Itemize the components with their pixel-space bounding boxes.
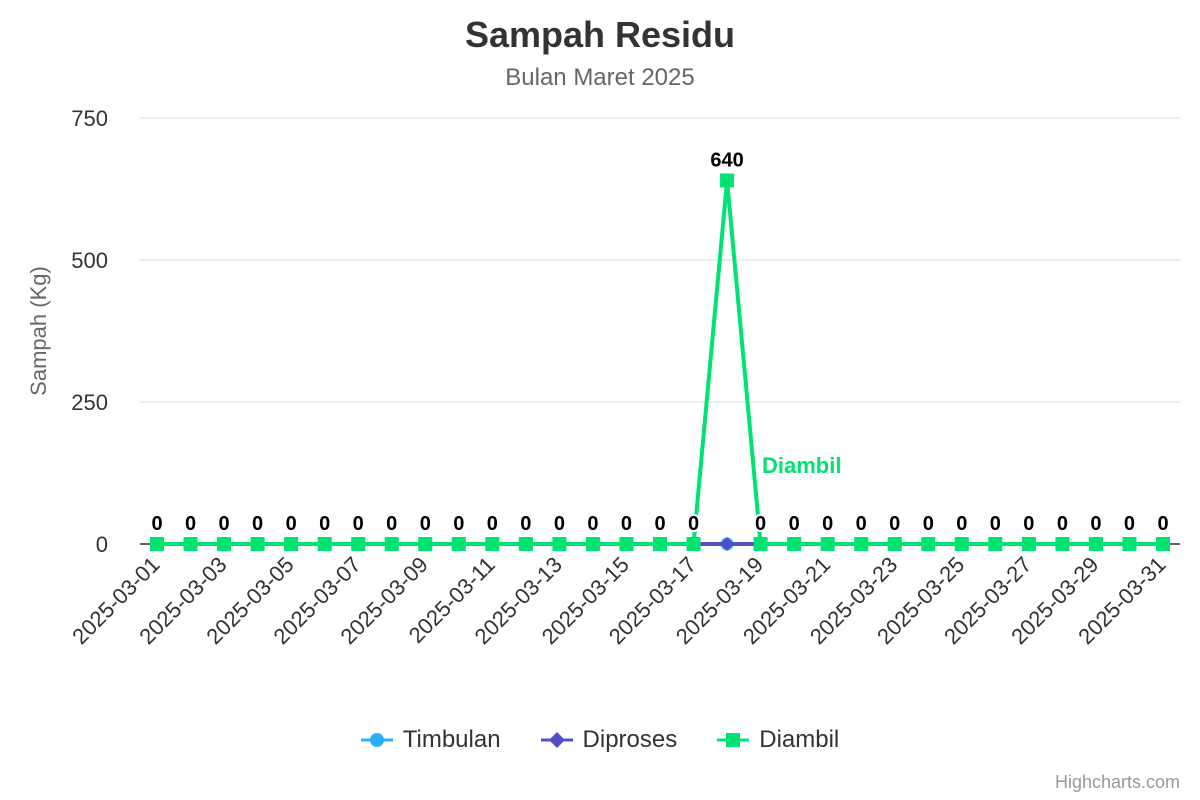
data-point[interactable] (1021, 537, 1036, 551)
y-axis-label: Sampah (Kg) (26, 266, 51, 396)
data-point[interactable] (317, 537, 332, 551)
data-point[interactable] (451, 537, 466, 551)
data-label: 0 (688, 513, 699, 535)
data-point[interactable] (1088, 537, 1103, 551)
data-label: 0 (822, 513, 833, 535)
legend-item-diproses[interactable]: Diproses (540, 726, 678, 754)
data-point[interactable] (921, 537, 936, 551)
data-point[interactable] (988, 537, 1003, 551)
data-label: 0 (789, 513, 800, 535)
data-label: 0 (587, 513, 598, 535)
data-point[interactable] (820, 537, 835, 551)
data-point[interactable] (250, 537, 265, 551)
data-label: 0 (755, 513, 766, 535)
data-label: 0 (353, 513, 364, 535)
circle-marker-icon (360, 733, 393, 747)
data-label: 0 (151, 513, 162, 535)
y-tick-label: 0 (96, 532, 108, 557)
data-label: 0 (219, 513, 230, 535)
series-annotation: Diambil (762, 453, 841, 478)
data-point[interactable] (1156, 537, 1170, 551)
data-label: 0 (1023, 513, 1034, 535)
data-label: 640 (710, 149, 743, 171)
series-line (157, 178, 1163, 546)
data-label: 0 (1090, 513, 1101, 535)
data-point[interactable] (485, 537, 500, 551)
grid-lines (140, 117, 1180, 403)
data-point[interactable] (753, 537, 768, 551)
legend-label: Diambil (759, 726, 840, 753)
data-label: 0 (1124, 513, 1135, 535)
data-label: 0 (185, 513, 196, 535)
legend-item-timbulan[interactable]: Timbulan (360, 726, 501, 754)
data-point[interactable] (1055, 537, 1070, 551)
data-label: 0 (554, 513, 565, 535)
data-label: 0 (420, 513, 431, 535)
data-point[interactable] (585, 537, 600, 551)
data-point[interactable] (720, 537, 735, 551)
data-label: 0 (286, 513, 297, 535)
legend-label: Timbulan (402, 726, 501, 753)
data-point[interactable] (787, 537, 802, 551)
data-point[interactable] (418, 537, 433, 551)
y-tick-label: 250 (71, 390, 108, 415)
data-point[interactable] (686, 537, 701, 551)
data-label: 0 (487, 513, 498, 535)
data-point[interactable] (284, 537, 299, 551)
data-point[interactable] (619, 537, 634, 551)
data-point[interactable] (720, 173, 735, 188)
data-point[interactable] (150, 537, 164, 551)
data-point[interactable] (954, 537, 969, 551)
data-label: 0 (654, 513, 665, 535)
legend-label: Diproses (582, 726, 678, 753)
y-tick-label: 500 (71, 248, 108, 273)
data-point[interactable] (552, 537, 567, 551)
data-label: 0 (889, 513, 900, 535)
series-layer (150, 173, 1170, 551)
data-label: 0 (386, 513, 397, 535)
data-point[interactable] (887, 537, 902, 551)
square-marker-icon (717, 733, 750, 747)
data-label: 0 (923, 513, 934, 535)
y-tick-label: 750 (71, 106, 108, 131)
data-label: 0 (453, 513, 464, 535)
data-label: 0 (956, 513, 967, 535)
data-label: 0 (1057, 513, 1068, 535)
legend-item-diambil[interactable]: Diambil (717, 726, 839, 754)
data-point[interactable] (384, 537, 399, 551)
data-label: 0 (252, 513, 263, 535)
series-diambil (150, 173, 1170, 551)
data-label: 0 (856, 513, 867, 535)
data-point[interactable] (518, 537, 533, 551)
data-label: 0 (520, 513, 531, 535)
data-point[interactable] (653, 537, 667, 551)
data-point[interactable] (1122, 537, 1137, 551)
data-label: 0 (319, 513, 330, 535)
y-axis-ticks: 0 250 500 750 (71, 106, 108, 557)
data-point[interactable] (854, 537, 869, 551)
x-axis-ticks: 2025-03-012025-03-032025-03-052025-03-07… (67, 552, 1170, 649)
data-labels: 0 0 0 0 0 0 0 0 0 0 0 0 0 0 0 0 06400 0 0 0 0 0 0 0 0 0 0 0 0Diambil (149, 147, 1170, 537)
credits-link[interactable]: Highcharts.com (1055, 772, 1180, 793)
data-point[interactable] (183, 537, 198, 551)
data-point[interactable] (351, 537, 366, 551)
legend: Timbulan Diproses Diambil (0, 726, 1200, 754)
data-label: 0 (1157, 513, 1168, 535)
diamond-marker-icon (540, 732, 573, 748)
data-label: 0 (621, 513, 632, 535)
data-label: 0 (990, 513, 1001, 535)
line-chart: 0 250 500 750 Sampah (Kg) 2025-03-012025-03… (26, 106, 1180, 649)
data-point[interactable] (217, 537, 232, 551)
